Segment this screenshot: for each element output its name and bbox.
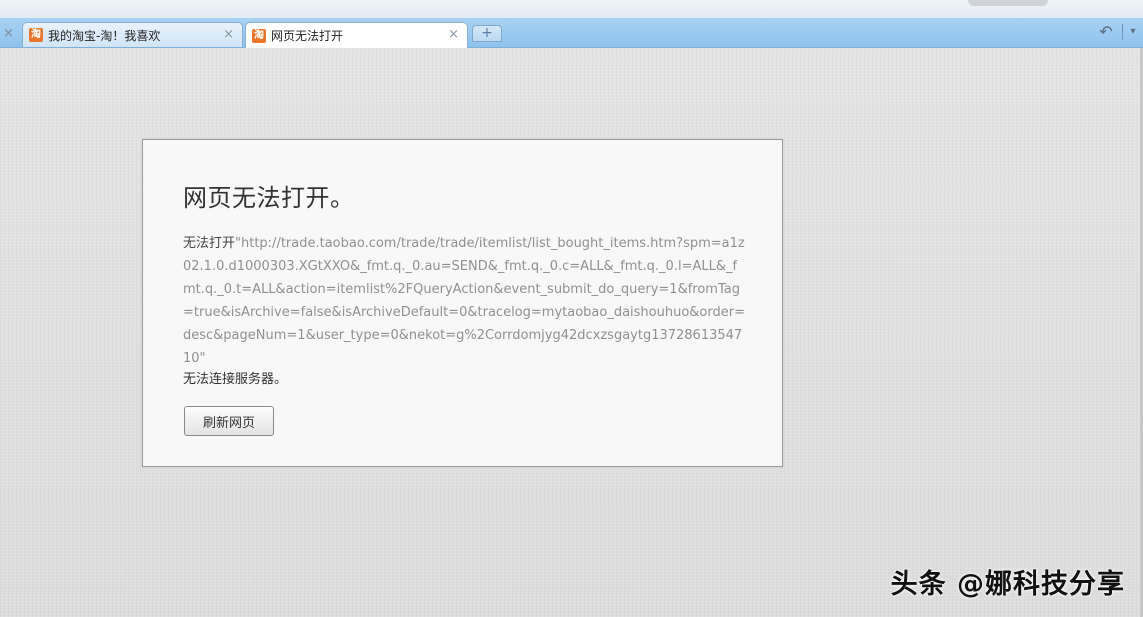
tab-page-cannot-open[interactable]: 淘 网页无法打开 × [245,22,468,48]
plus-icon: + [481,25,493,41]
refresh-button[interactable]: 刷新网页 [184,406,274,436]
error-message: 无法打开"http://trade.taobao.com/trade/trade… [183,232,748,370]
error-reason: 无法连接服务器。 [183,372,288,387]
watermark: 头条 @娜科技分享 [890,569,1125,600]
taobao-favicon-icon: 淘 [29,28,43,42]
failed-url: "http://trade.taobao.com/trade/trade/ite… [183,236,745,366]
undo-close-tab-button[interactable]: ↶ [1095,23,1117,41]
tab-title: 网页无法打开 [271,29,344,43]
close-icon[interactable]: × [223,27,234,42]
toolbar-strip [0,0,1143,18]
close-icon[interactable]: × [448,27,459,42]
tab-title: 我的淘宝-淘！我喜欢 [48,28,161,43]
divider [1122,24,1123,40]
undo-arrow-icon: ↶ [1099,22,1113,41]
error-prefix: 无法打开 [183,236,236,251]
chevron-down-icon: ▾ [1130,26,1136,37]
error-panel: 网页无法打开。 无法打开"http://trade.taobao.com/tra… [142,139,783,467]
tab-bar: × 淘 我的淘宝-淘！我喜欢 × 淘 网页无法打开 × + ↶ ▾ [0,18,1143,48]
error-title: 网页无法打开。 [183,184,355,212]
tab-list-menu-button[interactable]: ▾ [1126,24,1140,40]
toolbar-shadow [968,0,1048,6]
taobao-favicon-icon: 淘 [252,28,266,43]
tab-my-taobao[interactable]: 淘 我的淘宝-淘！我喜欢 × [22,22,243,47]
close-icon[interactable]: × [3,26,14,41]
new-tab-button[interactable]: + [472,25,502,42]
